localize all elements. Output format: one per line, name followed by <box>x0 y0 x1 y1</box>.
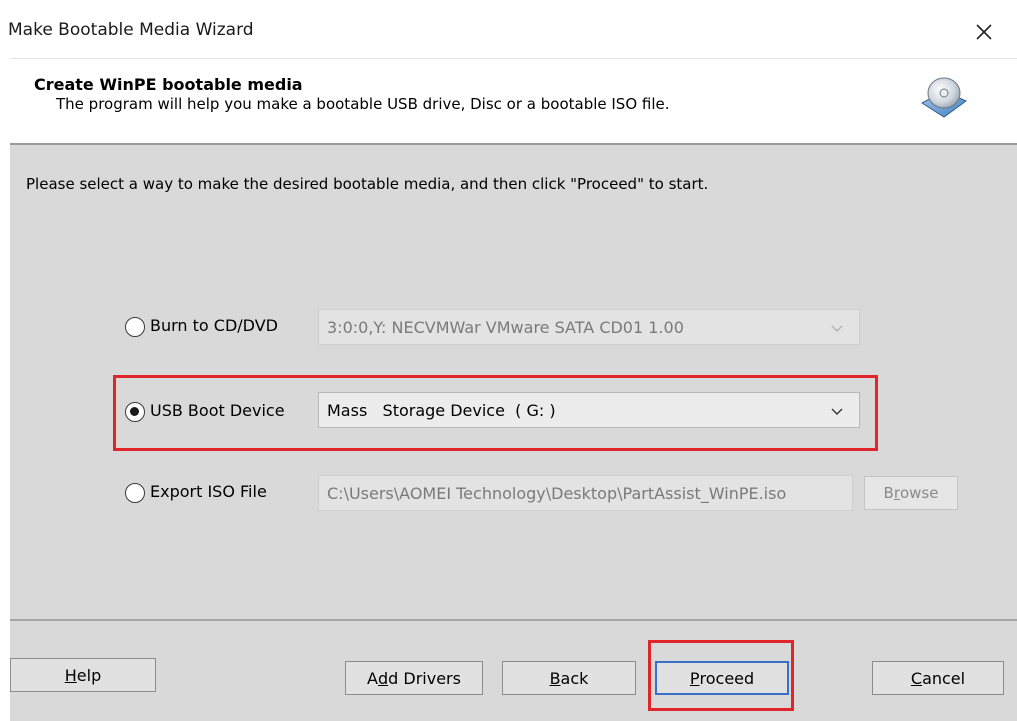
proceed-accel: P <box>689 668 700 688</box>
add-drivers-button[interactable]: Add Drivers <box>345 661 483 695</box>
add-drivers-accel: d <box>377 668 389 688</box>
iso-path-field[interactable]: C:\Users\AOMEI Technology\Desktop\PartAs… <box>318 475 853 511</box>
title-bar: Make Bootable Media Wizard <box>0 0 1017 44</box>
cancel-accel: C <box>910 668 923 688</box>
export-iso-label[interactable]: Export ISO File <box>150 482 267 501</box>
burn-cd-dvd-radio[interactable] <box>125 317 145 337</box>
help-accel: H <box>64 665 77 685</box>
browse-label-part: B <box>883 484 894 502</box>
cancel-label: ancel <box>922 668 966 688</box>
usb-boot-device-label[interactable]: USB Boot Device <box>150 401 285 420</box>
wizard-content: Please select a way to make the desired … <box>10 145 1017 721</box>
wizard-header: Create WinPE bootable media The program … <box>10 58 1017 142</box>
usb-device-select[interactable]: Mass Storage Device ( G: ) <box>318 392 860 428</box>
iso-path-value: C:\Users\AOMEI Technology\Desktop\PartAs… <box>327 483 787 503</box>
cancel-button[interactable]: Cancel <box>872 661 1004 695</box>
footer-divider <box>10 619 1017 621</box>
add-drivers-label: A <box>367 668 378 688</box>
close-button[interactable] <box>968 17 1000 47</box>
close-icon <box>976 24 992 40</box>
browse-button[interactable]: Br owse <box>864 476 958 510</box>
browse-label-part: owse <box>899 484 939 502</box>
help-button[interactable]: Help <box>10 658 156 692</box>
header-subtitle: The program will help you make a bootabl… <box>56 95 670 113</box>
header-title: Create WinPE bootable media <box>34 75 303 94</box>
cd-dvd-drive-value: 3:0:0,Y: NECVMWar VMware SATA CD01 1.00 <box>327 317 684 337</box>
proceed-label: roceed <box>699 668 755 688</box>
help-label: elp <box>76 665 102 685</box>
instruction-text: Please select a way to make the desired … <box>26 175 709 193</box>
add-drivers-label: d Drivers <box>388 668 461 688</box>
disc-icon <box>921 77 967 118</box>
export-iso-radio[interactable] <box>125 483 145 503</box>
back-accel: B <box>549 668 561 688</box>
proceed-button[interactable]: Proceed <box>655 661 789 695</box>
usb-boot-device-radio[interactable] <box>125 402 145 422</box>
burn-cd-dvd-label[interactable]: Burn to CD/DVD <box>150 316 278 335</box>
cd-dvd-drive-select[interactable]: 3:0:0,Y: NECVMWar VMware SATA CD01 1.00 <box>318 309 860 345</box>
back-label: ack <box>560 668 589 688</box>
chevron-down-icon <box>831 325 843 332</box>
window-title: Make Bootable Media Wizard <box>8 20 254 40</box>
usb-device-value: Mass Storage Device ( G: ) <box>327 400 556 420</box>
chevron-down-icon <box>831 408 843 415</box>
back-button[interactable]: Back <box>502 661 636 695</box>
